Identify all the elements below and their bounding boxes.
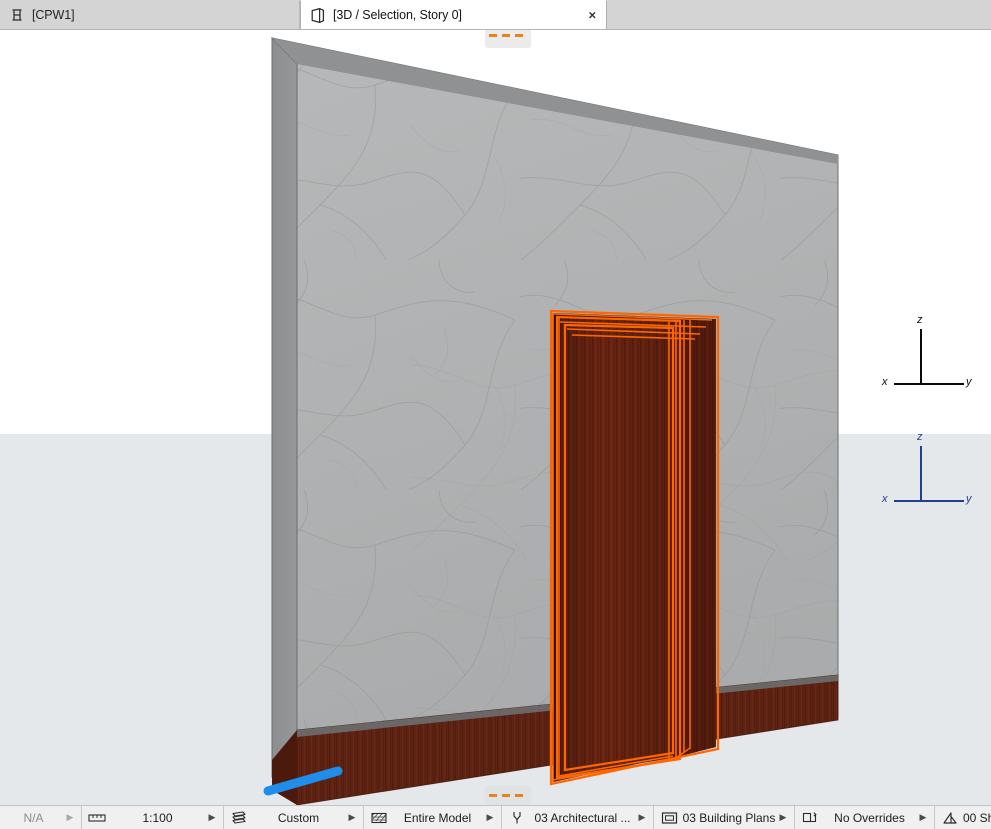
3d-cube-icon (309, 6, 327, 24)
model-view-options-value: 03 Building Plans (682, 810, 776, 825)
structure-display-value: Entire Model (403, 810, 472, 825)
renovation-filter[interactable]: 00 Show (935, 806, 991, 829)
ground-axis-y-label: y (966, 493, 972, 505)
hotspot-dash-bottom (489, 794, 527, 797)
tab-3d-selection-label: [3D / Selection, Story 0] (333, 8, 462, 22)
chevron-right-icon[interactable]: ▶ (205, 812, 219, 823)
world-axis-x-line (894, 383, 921, 385)
structure-display[interactable]: Entire Model ▶ (364, 806, 502, 829)
section-ibeam-icon (8, 6, 26, 24)
tab-cpw1-label: [CPW1] (32, 7, 75, 22)
world-axis-z-line (920, 329, 922, 384)
layer-combination-value: Custom (277, 810, 320, 825)
layer-combination[interactable]: Custom ▶ (224, 806, 364, 829)
renovation-house-icon (939, 810, 961, 826)
status-bar: N/A ▶ 1:100 ▶ Custom ▶ Entire Model ▶ 03… (0, 805, 991, 829)
model-geometry (263, 36, 839, 805)
structure-icon (368, 810, 390, 826)
tab-3d-selection[interactable]: [3D / Selection, Story 0] × (300, 0, 607, 29)
world-axis-y-line (920, 383, 964, 385)
graphic-override-value: No Overrides (834, 810, 905, 825)
ground-axis-z-label: z (917, 431, 923, 443)
chevron-right-icon[interactable]: ▶ (483, 812, 497, 823)
world-axis-z-label: z (917, 314, 923, 326)
pen-icon (506, 810, 528, 826)
ruler-icon (86, 810, 108, 826)
renovation-filter-value: 00 Show (963, 810, 991, 825)
ground-axis-y-line (920, 500, 964, 502)
hotspot-dash-top (489, 34, 527, 37)
tab-bar: [CPW1] [3D / Selection, Story 0] × (0, 0, 991, 30)
ground-axis-x-line (894, 500, 921, 502)
graphic-override[interactable]: No Overrides ▶ (795, 806, 935, 829)
chevron-right-icon: ▶ (66, 812, 74, 822)
pen-set-selector[interactable]: 03 Architectural ... ▶ (502, 806, 654, 829)
status-na-label: N/A (23, 810, 44, 825)
chevron-right-icon[interactable]: ▶ (345, 812, 359, 823)
ground-axis-x-label: x (882, 493, 888, 505)
tab-cpw1[interactable]: [CPW1] (0, 0, 300, 29)
model-view-options[interactable]: 03 Building Plans ▶ (654, 806, 795, 829)
world-axis-x-label: x (882, 376, 888, 388)
ground-axis-gizmo: z y x (880, 431, 980, 505)
3d-model-viewport[interactable]: z y x z y x (0, 30, 991, 805)
view-window-icon (658, 810, 680, 826)
hotspot-plate-top (485, 30, 531, 48)
status-na[interactable]: N/A ▶ (0, 806, 82, 829)
tab-bar-filler (607, 0, 991, 29)
pen-set-value: 03 Architectural ... (534, 810, 631, 825)
chevron-right-icon[interactable]: ▶ (776, 812, 790, 823)
ground-axis-z-line (920, 446, 922, 501)
world-axis-y-label: y (966, 376, 972, 388)
layers-stack-icon (228, 810, 250, 826)
chevron-right-icon[interactable]: ▶ (635, 812, 649, 823)
scale-selector[interactable]: 1:100 ▶ (82, 806, 224, 829)
world-axis-gizmo: z y x (880, 314, 980, 388)
scale-value: 1:100 (142, 810, 173, 825)
override-icon (799, 810, 821, 826)
chevron-right-icon[interactable]: ▶ (916, 812, 930, 823)
close-icon[interactable]: × (589, 9, 597, 22)
